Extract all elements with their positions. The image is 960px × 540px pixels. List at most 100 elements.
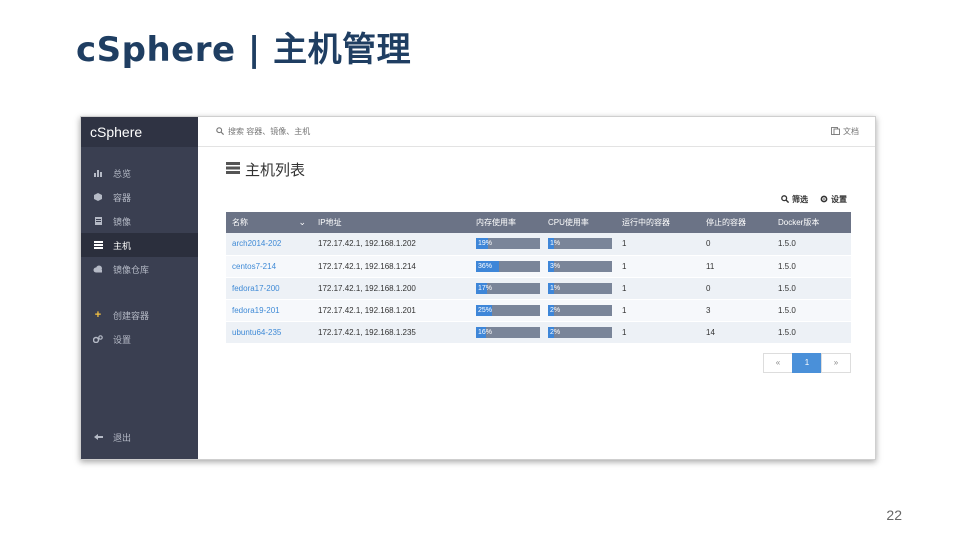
server-icon: [226, 162, 240, 177]
cpu-usage-text: 2%: [550, 306, 561, 314]
file-icon: [91, 217, 105, 225]
sidebar-item-label: 容器: [113, 192, 132, 203]
table-row[interactable]: fedora19-201 172.17.42.1, 192.168.1.201 25…: [226, 299, 851, 322]
cpu-usage-text: 3%: [550, 262, 561, 270]
column-label: 名称: [232, 218, 248, 227]
logout-label: 退出: [113, 432, 132, 443]
stopped-containers-cell: 11: [700, 255, 772, 278]
memory-cell: 17%: [470, 277, 542, 300]
pagination-page-button[interactable]: 1: [792, 352, 822, 373]
ip-cell: 172.17.42.1, 192.168.1.200: [312, 277, 470, 300]
memory-cell: 16%: [470, 321, 542, 344]
sidebar-item-label: 设置: [113, 334, 132, 345]
cpu-usage-bar: 1%: [548, 238, 612, 250]
ip-cell: 172.17.42.1, 192.168.1.201: [312, 299, 470, 322]
pagination-prev-button[interactable]: «: [763, 352, 793, 373]
gear-icon: [820, 195, 828, 205]
ip-cell: 172.17.42.1, 192.168.1.202: [312, 233, 470, 256]
bar-chart-icon: [91, 169, 105, 177]
memory-usage-text: 16%: [478, 328, 493, 336]
search-input[interactable]: 搜索 容器、镜像、主机: [228, 126, 310, 137]
table-row[interactable]: arch2014-202 172.17.42.1, 192.168.1.202 19…: [226, 233, 851, 256]
sidebar-item-label: 镜像: [113, 216, 132, 227]
content: 主机列表 筛选 设置 名称 ⌄ IP地址 内存使用率 CPU使用率 运行中的容器…: [198, 147, 875, 373]
plus-icon: +: [94, 309, 102, 321]
cube-icon: [91, 193, 105, 201]
column-header-running: 运行中的容器: [616, 212, 700, 233]
sidebar-item-registry[interactable]: 镜像仓库: [81, 257, 198, 281]
pagination: « 1 »: [226, 352, 851, 373]
docker-version-cell: 1.5.0: [772, 255, 851, 278]
cpu-usage-bar: 1%: [548, 282, 612, 294]
table-row[interactable]: ubuntu64-235 172.17.42.1, 192.168.1.235 16…: [226, 321, 851, 344]
memory-usage-bar: 25%: [476, 304, 540, 316]
memory-cell: 25%: [470, 299, 542, 322]
cpu-cell: 3%: [542, 255, 616, 278]
running-containers-cell: 1: [616, 277, 700, 300]
cpu-cell: 2%: [542, 321, 616, 344]
memory-usage-bar: 17%: [476, 282, 540, 294]
memory-usage-text: 19%: [478, 240, 493, 248]
table-row[interactable]: fedora17-200 172.17.42.1, 192.168.1.200 17…: [226, 277, 851, 300]
sidebar-item-settings[interactable]: 设置: [81, 327, 198, 351]
sign-out-icon: [91, 433, 105, 441]
host-link[interactable]: fedora17-200: [232, 284, 280, 293]
sidebar-nav: 总览 容器 镜像 主机 镜像仓库 + 创建容器 设置: [81, 161, 198, 351]
docs-label: 文档: [843, 127, 859, 136]
search-icon: [781, 194, 790, 205]
host-link[interactable]: centos7-214: [232, 262, 276, 271]
table-row[interactable]: centos7-214 172.17.42.1, 192.168.1.214 36%…: [226, 255, 851, 278]
chevron-down-icon[interactable]: ⌄: [298, 217, 306, 228]
search-icon: [216, 126, 225, 137]
running-containers-cell: 1: [616, 299, 700, 322]
docker-version-cell: 1.5.0: [772, 233, 851, 256]
search-box[interactable]: 搜索 容器、镜像、主机: [216, 126, 831, 137]
column-header-name[interactable]: 名称 ⌄: [226, 212, 312, 233]
sidebar-item-overview[interactable]: 总览: [81, 161, 198, 185]
host-link[interactable]: fedora19-201: [232, 306, 280, 315]
ip-cell: 172.17.42.1, 192.168.1.214: [312, 255, 470, 278]
docs-link[interactable]: 文档: [831, 126, 859, 137]
host-link[interactable]: ubuntu64-235: [232, 328, 281, 337]
memory-cell: 36%: [470, 255, 542, 278]
gears-icon: [91, 335, 105, 343]
running-containers-cell: 1: [616, 255, 700, 278]
column-header-ip: IP地址: [312, 212, 470, 233]
sidebar-item-label: 总览: [113, 168, 132, 179]
sidebar-item-hosts[interactable]: 主机: [81, 233, 198, 257]
memory-usage-bar: 36%: [476, 260, 540, 272]
sidebar-item-containers[interactable]: 容器: [81, 185, 198, 209]
cpu-cell: 1%: [542, 277, 616, 300]
stopped-containers-cell: 0: [700, 233, 772, 256]
cpu-usage-text: 1%: [550, 284, 561, 292]
sidebar-item-label: 主机: [113, 240, 132, 251]
docker-version-cell: 1.5.0: [772, 277, 851, 300]
brand-logo[interactable]: cSphere: [81, 117, 198, 147]
page-heading: 主机列表: [226, 159, 847, 180]
sidebar: cSphere 总览 容器 镜像 主机 镜像仓库 + 创建容器 设置 退出: [81, 117, 198, 459]
settings-label: 设置: [831, 195, 847, 204]
column-header-docker-version: Docker版本: [772, 212, 851, 233]
cpu-cell: 2%: [542, 299, 616, 322]
sidebar-item-images[interactable]: 镜像: [81, 209, 198, 233]
running-containers-cell: 1: [616, 233, 700, 256]
app-window: cSphere 总览 容器 镜像 主机 镜像仓库 + 创建容器 设置 退出 搜索…: [80, 116, 876, 460]
settings-button[interactable]: 设置: [820, 194, 847, 205]
filter-button[interactable]: 筛选: [781, 194, 808, 205]
ip-cell: 172.17.42.1, 192.168.1.235: [312, 321, 470, 344]
memory-usage-bar: 16%: [476, 326, 540, 338]
host-name-cell: centos7-214: [226, 255, 312, 278]
cpu-usage-bar: 2%: [548, 326, 612, 338]
host-link[interactable]: arch2014-202: [232, 239, 281, 248]
column-header-cpu: CPU使用率: [542, 212, 616, 233]
create-container-button[interactable]: + 创建容器: [81, 303, 198, 327]
logout-button[interactable]: 退出: [81, 425, 198, 449]
stopped-containers-cell: 0: [700, 277, 772, 300]
pagination-next-button[interactable]: »: [821, 352, 851, 373]
nav-divider: [81, 281, 198, 303]
stopped-containers-cell: 3: [700, 299, 772, 322]
cpu-cell: 1%: [542, 233, 616, 256]
main-area: 搜索 容器、镜像、主机 文档 主机列表 筛选 设置 名称 ⌄ IP地址 内存使用…: [198, 117, 875, 459]
table-toolbar: 筛选 设置: [226, 194, 847, 205]
sidebar-item-label: 创建容器: [113, 310, 150, 321]
